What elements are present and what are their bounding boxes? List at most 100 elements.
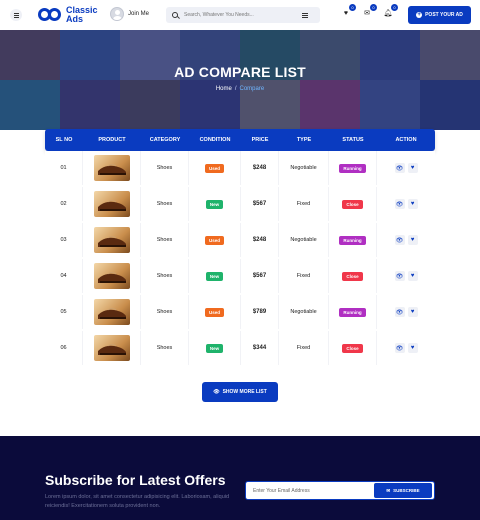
favorite-heart-icon[interactable]: ♥ [407,307,418,317]
search-icon [172,12,178,18]
subscribe-button[interactable]: ✉ SUBSCRIBE [374,483,432,498]
column-header-sl-no: SL NO [55,137,73,143]
favorite-heart-icon[interactable]: ♥ [407,235,418,245]
menu-icon[interactable] [10,9,22,21]
price-value: $248 [252,237,267,243]
view-eye-icon[interactable]: 👁︎ [394,163,405,173]
view-eye-icon[interactable]: 👁︎ [394,199,405,209]
product-cell [83,259,141,293]
product-cell [83,187,141,221]
price-cell: $567 [241,187,279,221]
category-cell: Shoes [141,331,189,365]
favorite-heart-icon[interactable]: ♥ [407,271,418,281]
show-more-list-button[interactable]: 👁︎ SHOW MORE LIST [202,382,278,402]
table-row: 03 Shoes Used $248 Negotiable Running 👁︎ ♥ [45,222,435,258]
column-header-type: TYPE [296,137,312,143]
favorite-heart-icon[interactable]: ♥ [407,343,418,353]
hero-banner: AD COMPARE LIST Home / Compare [0,30,480,130]
heart-icon: ♥ [343,9,349,17]
product-thumbnail[interactable] [93,227,130,253]
condition-cell: New [189,187,241,221]
subscribe-section: Subscribe for Latest Offers Lorem ipsum … [0,436,480,520]
user-name: Join Me [128,11,150,17]
shoe-icon [97,344,126,355]
mail-icon: ✉ [386,487,391,493]
product-thumbnail[interactable] [93,335,130,361]
status-cell: Close [329,331,377,365]
column-header-action: ACTION [395,137,417,143]
price-value: $567 [252,201,267,207]
category-cell: Shoes [141,259,189,293]
breadcrumb-home-link[interactable]: Home [216,86,232,92]
action-cell: 👁︎ ♥ [377,187,435,221]
breadcrumb-separator: / [234,86,237,92]
condition-badge: Used [204,307,224,317]
favorite-heart-icon[interactable]: ♥ [407,199,418,209]
notifications-button[interactable]: 🔔︎ 0 [383,4,398,18]
status-cell: Running [329,223,377,257]
top-header: Classic Ads Join Me ♥ 0 ✉ 0 🔔︎ 0 + POST … [0,0,480,30]
post-your-ad-button[interactable]: + POST YOUR AD [408,6,471,24]
status-badge: Close [342,271,363,281]
logo-text: Classic Ads [66,6,98,24]
email-field[interactable] [246,487,368,494]
condition-badge: New [205,271,224,281]
shoe-icon [97,164,126,175]
action-cell: 👁︎ ♥ [377,295,435,329]
search-input[interactable] [184,12,302,18]
status-cell: Close [329,259,377,293]
view-eye-icon[interactable]: 👁︎ [394,343,405,353]
type-cell: Fixed [279,187,329,221]
favorite-heart-icon[interactable]: ♥ [407,163,418,173]
view-eye-icon[interactable]: 👁︎ [394,307,405,317]
product-thumbnail[interactable] [93,263,130,289]
type-cell: Negotiable [279,295,329,329]
condition-cell: Used [189,151,241,185]
type-cell: Negotiable [279,151,329,185]
bell-icon: 🔔︎ [383,10,393,17]
condition-cell: Used [189,295,241,329]
category-cell: Shoes [141,295,189,329]
shoe-icon [97,272,126,283]
subscribe-text: Lorem ipsum dolor, sit amet consectetur … [45,494,230,509]
search-bar [166,7,320,23]
page: Classic Ads Join Me ♥ 0 ✉ 0 🔔︎ 0 + POST … [0,0,480,520]
logo-text-line2: Ads [66,14,84,24]
category-cell: Shoes [141,187,189,221]
logo[interactable]: Classic Ads [38,6,98,24]
price-value: $567 [252,273,267,279]
sl-no-cell: 05 [45,295,83,329]
view-eye-icon[interactable]: 👁︎ [394,235,405,245]
price-value: $344 [252,345,267,351]
action-cell: 👁︎ ♥ [377,151,435,185]
status-badge: Close [342,199,363,209]
price-cell: $248 [241,223,279,257]
product-thumbnail[interactable] [93,299,130,325]
messages-button[interactable]: ✉ 0 [362,4,377,18]
filter-icon[interactable] [302,12,308,18]
user-join[interactable]: Join Me [110,7,149,21]
notifications-count-badge: 0 [391,4,398,11]
product-thumbnail[interactable] [93,191,130,217]
action-cell: 👁︎ ♥ [377,223,435,257]
category-cell: Shoes [141,151,189,185]
price-cell: $344 [241,331,279,365]
product-cell [83,331,141,365]
price-cell: $789 [241,295,279,329]
action-cell: 👁︎ ♥ [377,259,435,293]
breadcrumb-current: Compare [239,86,265,92]
condition-cell: New [189,331,241,365]
product-thumbnail[interactable] [93,155,130,181]
breadcrumb: Home / Compare [0,86,480,92]
condition-badge: New [205,199,224,209]
price-cell: $567 [241,259,279,293]
action-cell: 👁︎ ♥ [377,331,435,365]
view-eye-icon[interactable]: 👁︎ [394,271,405,281]
price-value: $789 [252,309,267,315]
wishlist-button[interactable]: ♥ 0 [341,4,356,18]
condition-badge: New [205,343,224,353]
shoe-icon [97,236,126,247]
column-header-price: PRICE [251,137,269,143]
price-cell: $248 [241,151,279,185]
subscribe-title: Subscribe for Latest Offers [45,472,226,488]
